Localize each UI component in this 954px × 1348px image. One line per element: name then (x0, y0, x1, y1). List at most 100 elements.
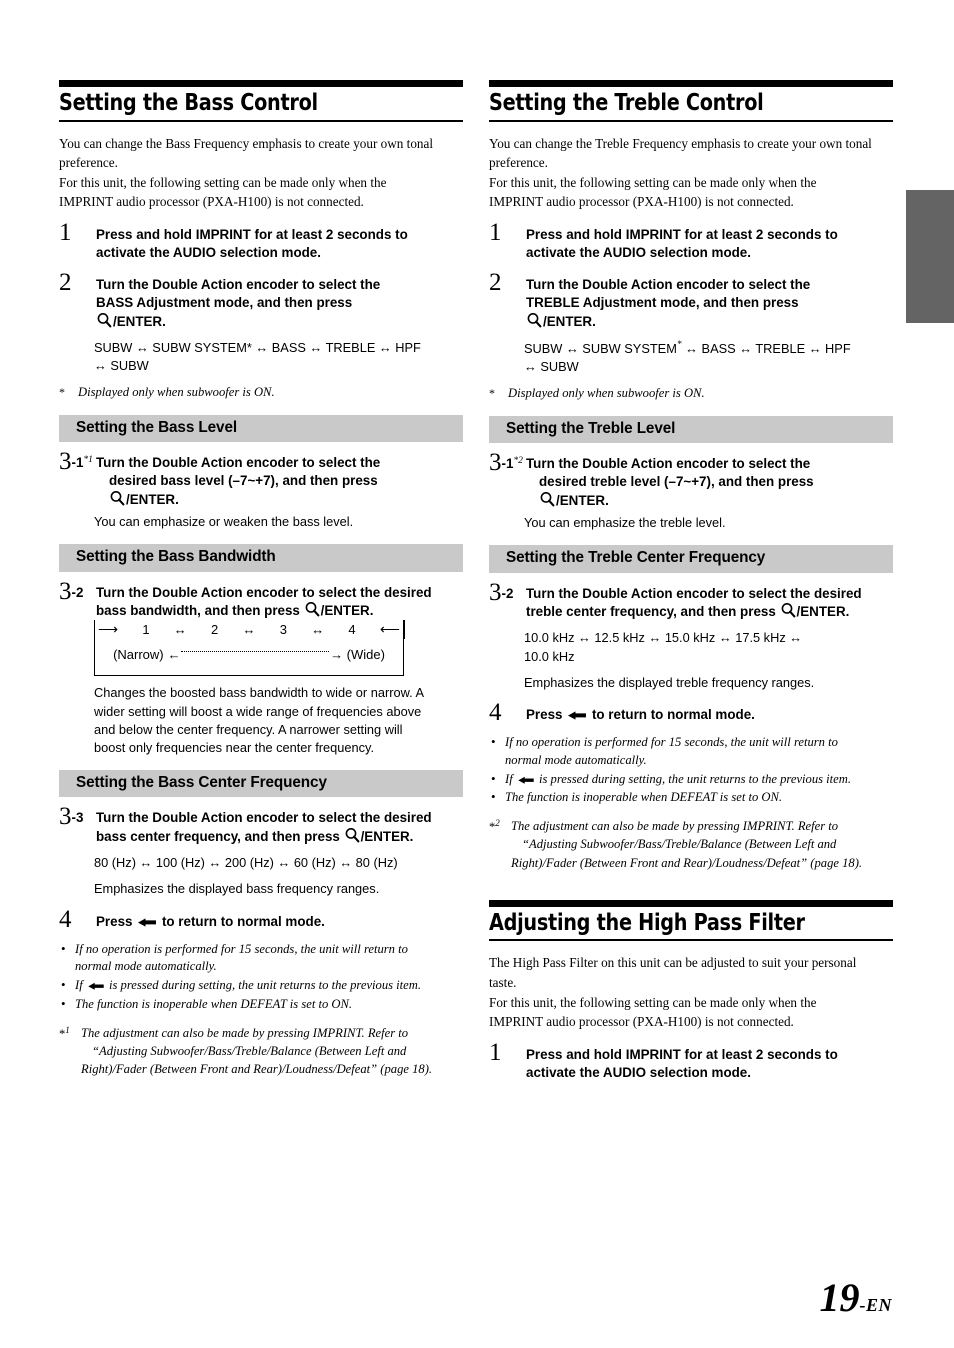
step-text: /ENTER. (556, 493, 609, 509)
step-text: /ENTER. (360, 829, 414, 845)
treble-bullet-notes: • If no operation is performed for 15 sec… (489, 734, 893, 808)
step-text: Turn the (96, 276, 153, 292)
bullet-dot: • (491, 789, 496, 805)
step-number: 3-3 (59, 804, 83, 829)
diagram-separator: ↔ (172, 622, 188, 638)
bullet-item: • If is pressed during setting, the unit … (59, 977, 463, 995)
step-line: Turn the Double Action encoder to select… (96, 276, 463, 294)
footnote-line: Right)/Fader (Between Front and Rear)/Lo… (81, 1062, 433, 1077)
bullet-dot: • (491, 770, 496, 786)
step-emphasis: IMPRINT (195, 226, 251, 242)
step-text: Turn the (96, 584, 153, 600)
bass-footnote-1: *1 The adjustment can also be made by pr… (59, 1024, 463, 1078)
step-2-treble: 2 Turn the Double Action encoder to sele… (489, 270, 893, 331)
step-text: to select the (728, 585, 811, 601)
bullet-line: The function is inoperable when DEFEAT i… (75, 997, 353, 1012)
step-emphasis: Double Action encoder (152, 276, 299, 292)
step-4-treble: 4 Press to return to normal mode. (489, 700, 893, 725)
step-text: Press (96, 913, 137, 929)
diagram-value-row: ⟶ 1 ↔ 2 ↔ 3 ↔ 4 ⟵ (95, 620, 403, 640)
intro-paragraph-treble: You can change the Treble Frequency emph… (489, 134, 893, 212)
step-text: to select the (298, 276, 381, 292)
step-line: /ENTER. (96, 490, 463, 509)
step-text: for at least 2 seconds to (680, 1046, 838, 1062)
step-number: 3-2 (489, 580, 513, 605)
step-text: /ENTER. (113, 313, 166, 329)
subsection-bar-bass-center-frequency: Setting the Bass Center Frequency (59, 770, 463, 798)
step-number-sub: -1 (71, 455, 84, 471)
note-text: Displayed only when subwoofer is ON. (78, 384, 275, 399)
step-number-sub: -1 (501, 456, 514, 472)
section-title-bass-control: Setting the Bass Control (59, 80, 463, 122)
subsection-heading: Setting the Treble Center Frequency (506, 549, 766, 567)
step-3-2-treble-center-frequency: 3-2 Turn the Double Action encoder to se… (489, 580, 893, 622)
values-text: 80 (Hz) ↔ 100 (Hz) ↔ 200 (Hz) ↔ 60 (Hz) … (94, 855, 398, 871)
footnote-line: The adjustment can also be made by press… (511, 819, 839, 834)
bullet-dot: • (491, 733, 496, 749)
bass-center-frequency-values: 80 (Hz) ↔ 100 (Hz) ↔ 200 (Hz) ↔ 60 (Hz) … (94, 854, 463, 872)
diagram-dotted-line (181, 651, 330, 653)
step-line: activate the AUDIO selection mode. (526, 1064, 751, 1080)
intro-line: You can change the Treble Frequency emph… (489, 135, 872, 151)
step-4-bass: 4 Press to return to normal mode. (59, 907, 463, 932)
step-number: 1 (59, 218, 72, 246)
step-line: /ENTER. (344, 828, 414, 845)
treble-footnote-2: *2 The adjustment can also be made by pr… (489, 817, 893, 871)
step-line: TREBLE Adjustment mode, and then press (526, 294, 799, 310)
step-emphasis: Double Action encoder (152, 810, 299, 826)
step-number: 2 (59, 268, 72, 296)
step-1-hpf: 1 Press and hold IMPRINT for at least 2 … (489, 1040, 893, 1082)
magnifier-icon (780, 602, 797, 618)
description-text: Emphasizes the displayed bass frequency … (94, 881, 380, 897)
magnifier-icon (96, 312, 113, 328)
description-text: You can emphasize the treble level. (524, 515, 726, 531)
step-text: Press and hold (96, 226, 196, 242)
step-text: /ENTER. (320, 603, 374, 619)
step-body: Turn the Double Action encoder to select… (526, 276, 893, 331)
bass-bandwidth-description: Changes the boosted bass bandwidth to wi… (94, 684, 463, 757)
intro-line: taste. (489, 975, 517, 991)
description-text: Emphasizes the displayed treble frequenc… (524, 674, 815, 690)
step-text: to select the (298, 584, 381, 600)
bass-center-frequency-description: Emphasizes the displayed bass frequency … (94, 880, 463, 898)
step-text: Turn the (96, 810, 153, 826)
footnote-line: Right)/Fader (Between Front and Rear)/Lo… (511, 855, 863, 870)
step-number-sub: -2 (71, 584, 84, 600)
step-text: /ENTER. (543, 313, 596, 329)
step-body: Press and hold IMPRINT for at least 2 se… (96, 226, 463, 262)
step-text: to select the (728, 276, 811, 292)
section-title-treble-control: Setting the Treble Control (489, 80, 893, 122)
step-body: Press and hold IMPRINT for at least 2 se… (526, 226, 893, 262)
intro-line: IMPRINT audio processor (PXA-H100) is no… (489, 1014, 794, 1030)
step-text: for at least 2 seconds to (250, 226, 408, 242)
step-body: Turn the Double Action encoder to select… (526, 586, 862, 620)
step-text: /ENTER. (126, 492, 179, 508)
step-body: Turn the Double Action encoder to select… (96, 455, 463, 509)
step-text: Turn the (526, 276, 583, 292)
step-number: 3-2 (59, 579, 83, 604)
step-text: for at least 2 seconds to (680, 226, 838, 242)
step-footnote-marker: *1 (83, 455, 93, 466)
step-text: to select the (298, 810, 381, 826)
step-emphasis: Double Action encoder (152, 584, 299, 600)
intro-line: preference. (489, 155, 548, 171)
diagram-value: 2 (210, 622, 220, 638)
step-text: to select the (298, 455, 381, 471)
subsection-heading: Setting the Bass Level (76, 418, 238, 436)
subsection-bar-treble-level: Setting the Treble Level (489, 415, 893, 444)
step-body: Press and hold IMPRINT for at least 2 se… (526, 1046, 893, 1082)
treble-center-frequency-description: Emphasizes the displayed treble frequenc… (524, 674, 893, 692)
step-line: Turn the Double Action encoder to select… (526, 276, 893, 294)
step-line: Turn the Double Action encoder to select… (96, 585, 380, 600)
step-emphasis: Double Action encoder (582, 276, 729, 292)
step-line: desired treble level (–7~+7), and then p… (539, 474, 814, 490)
step-line: Turn the Double Action encoder to select… (96, 455, 380, 470)
diagram-value: 3 (278, 622, 288, 638)
step-text: /ENTER. (796, 604, 850, 620)
step-line: Turn the Double Action encoder to select… (526, 586, 810, 601)
step-line: Press and hold IMPRINT for at least 2 se… (526, 226, 893, 244)
bass-level-description: You can emphasize or weaken the bass lev… (94, 513, 463, 531)
step-number-main: 3 (59, 448, 72, 476)
bass-bandwidth-diagram: ⟶ 1 ↔ 2 ↔ 3 ↔ 4 ⟵ (Narrow) ← → (Wide) (93, 620, 405, 677)
step-number-main: 3 (59, 803, 72, 831)
